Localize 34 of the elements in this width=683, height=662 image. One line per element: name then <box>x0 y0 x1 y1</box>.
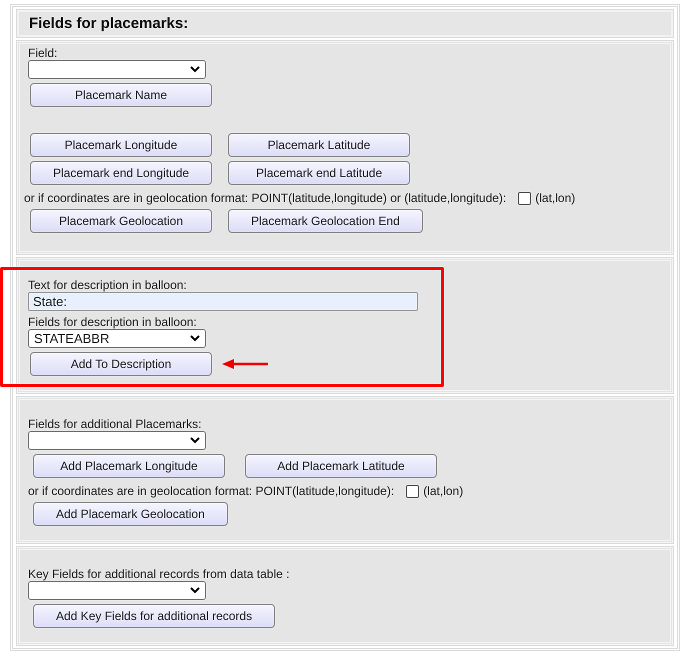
chevron-down-icon <box>190 587 200 594</box>
field-dropdown[interactable]: STATEABBR <box>28 329 206 348</box>
action-button[interactable]: Placemark end Latitude <box>228 161 410 185</box>
field-dropdown[interactable] <box>28 431 206 450</box>
checkbox[interactable] <box>406 484 420 498</box>
arrow-annotation <box>222 359 268 369</box>
geolocation-hint: or if coordinates are in geolocation format: POINT(latitude,longitude) or (latitude,longitude): <box>24 191 506 205</box>
checkbox-label: (lat,lon) <box>535 191 576 205</box>
action-button[interactable]: Placemark Longitude <box>30 133 212 157</box>
action-button[interactable]: Add Placemark Latitude <box>245 454 437 478</box>
field-label: Key Fields for additional records from data table : <box>28 567 290 581</box>
section-title: Fields for placemarks: <box>29 15 188 32</box>
action-button[interactable]: Add Key Fields for additional records <box>33 604 276 628</box>
field-label: Fields for additional Placemarks: <box>28 417 202 431</box>
field-dropdown[interactable] <box>28 581 206 600</box>
action-button[interactable]: Add Placemark Geolocation <box>33 502 228 526</box>
checkbox-label: (lat,lon) <box>423 484 464 498</box>
action-button[interactable]: Placemark end Longitude <box>30 161 212 185</box>
chevron-down-icon <box>190 335 200 342</box>
geolocation-hint: or if coordinates are in geolocation format: POINT(latitude,longitude): <box>28 484 394 498</box>
text-field[interactable]: State: <box>28 292 418 311</box>
checkbox[interactable] <box>518 192 532 204</box>
field-dropdown[interactable] <box>28 60 206 79</box>
field-label: Fields for description in balloon: <box>28 315 198 329</box>
action-button[interactable]: Add To Description <box>30 352 212 376</box>
action-button[interactable]: Placemark Geolocation End <box>228 209 423 233</box>
action-button[interactable]: Placemark Name <box>30 83 212 107</box>
chevron-down-icon <box>190 66 200 73</box>
action-button[interactable]: Placemark Geolocation <box>30 209 212 233</box>
action-button[interactable]: Add Placemark Longitude <box>33 454 225 478</box>
chevron-down-icon <box>190 437 200 444</box>
action-button[interactable]: Placemark Latitude <box>228 133 410 157</box>
field-label: Text for description in balloon: <box>28 278 188 292</box>
field-label: Field: <box>28 46 58 60</box>
